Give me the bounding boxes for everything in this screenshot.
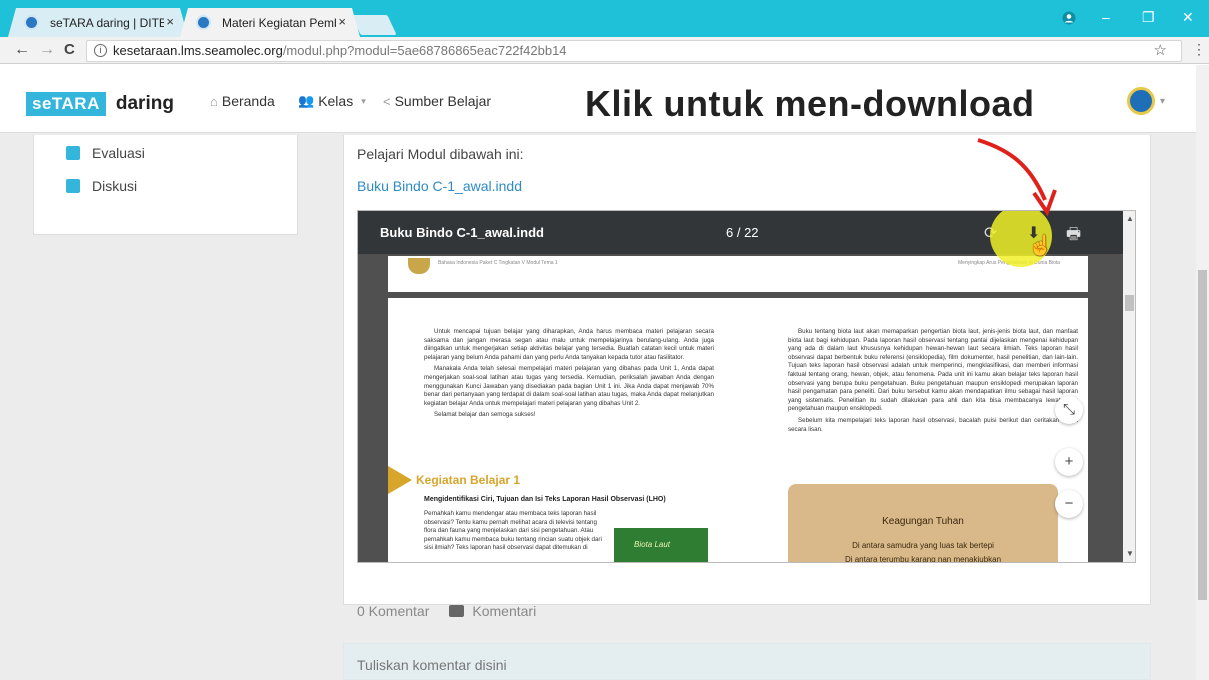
poem-scroll-image: Keagungan Tuhan Di antara samudra yang l…	[788, 484, 1058, 563]
site-navbar: seTARA daring ⌂ Beranda 👥 Kelas ▾ < Sumb…	[0, 65, 1196, 133]
site-logo[interactable]: seTARA daring	[26, 91, 174, 117]
bookmark-star-icon[interactable]: ☆	[1154, 41, 1167, 61]
paragraph: Manakala Anda telah selesai mempelajari …	[424, 365, 714, 407]
paragraph: Selamat belajar dan semoga sukses!	[434, 411, 536, 419]
browser-tab[interactable]: seTARA daring | DITBIND ×	[8, 8, 188, 37]
module-instruction: Pelajari Modul dibawah ini:	[357, 146, 524, 162]
tutorial-caption: Klik untuk men-download	[585, 83, 1035, 124]
tab-close-icon[interactable]: ×	[166, 14, 174, 29]
page-left-column: Untuk mencapai tujuan belajar yang dihar…	[424, 328, 714, 423]
comment-bar: 0 Komentar Komentari	[357, 603, 536, 619]
zoom-out-button[interactable]: −	[1055, 490, 1083, 518]
poem-line: Di antara samudra yang luas tak bertepi	[852, 541, 994, 550]
reload-icon[interactable]: C	[64, 41, 75, 58]
site-favicon-icon	[24, 15, 39, 30]
kegiatan-label: Kegiatan Belajar 1	[416, 473, 521, 487]
page-scroll-thumb[interactable]	[1198, 270, 1207, 600]
paragraph: Untuk mencapai tujuan belajar yang dihar…	[424, 328, 714, 361]
sidebar-item-label: Diskusi	[92, 178, 138, 194]
hand-cursor-icon: ☝	[1028, 235, 1053, 257]
page-indicator: 6 / 22	[726, 225, 759, 240]
viewer-title: Buku Bindo C-1_awal.indd	[380, 225, 544, 240]
nav-kelas-label: Kelas	[318, 93, 354, 109]
comment-placeholder: Tuliskan komentar disini	[357, 657, 507, 673]
logo-box: seTARA	[26, 92, 106, 116]
page-scrollbar[interactable]	[1196, 65, 1209, 680]
chevron-down-icon[interactable]: ▾	[1160, 96, 1165, 107]
url-input[interactable]: i kesetaraan.lms.seamolec.org/modul.php?…	[86, 40, 1182, 62]
sidebar: Evaluasi Diskusi	[33, 135, 298, 235]
browser-tab-active[interactable]: Materi Kegiatan Pembela ×	[180, 8, 360, 37]
page-header-left: Bahasa Indonesia Paket C Tingkatan V Mod…	[438, 260, 558, 266]
comment-count: 0 Komentar	[357, 603, 430, 619]
paragraph: Sebelum kita mempelajari teks laporan ha…	[788, 416, 1078, 433]
pdf-viewer[interactable]: Bahasa Indonesia Paket C Tingkatan V Mod…	[357, 210, 1136, 563]
tab-label: seTARA daring | DITBIND	[50, 15, 164, 30]
web-page: seTARA daring ⌂ Beranda 👥 Kelas ▾ < Sumb…	[0, 65, 1196, 680]
forward-icon[interactable]: →	[39, 41, 55, 59]
nav-beranda-label: Beranda	[221, 93, 275, 109]
nav-sumber-belajar[interactable]: < Sumber Belajar	[383, 93, 491, 109]
browser-menu-icon[interactable]: ⋮	[1192, 41, 1206, 58]
scroll-up-icon[interactable]: ▲	[1126, 214, 1134, 223]
page-tag	[408, 258, 430, 274]
back-icon[interactable]: ←	[14, 41, 30, 59]
current-page: Untuk mencapai tujuan belajar yang dihar…	[388, 298, 1088, 563]
site-favicon-icon	[196, 15, 211, 30]
viewer-toolbar: Buku Bindo C-1_awal.indd 6 / 22 ⟳ ⬇ ☝ 🖶	[358, 211, 1123, 267]
poem-title: Keagungan Tuhan	[882, 516, 964, 527]
print-icon[interactable]: 🖶	[1066, 223, 1081, 250]
book-cover-image: Biota Laut	[614, 528, 708, 562]
viewer-scrollbar[interactable]: ▲ ▼	[1123, 211, 1135, 562]
profile-icon[interactable]	[1062, 11, 1076, 25]
lho-title: Mengidentifikasi Ciri, Tujuan dan Isi Te…	[424, 496, 666, 503]
url-host: kesetaraan.lms.seamolec.org	[113, 43, 283, 58]
nav-sumber-label: Sumber Belajar	[394, 93, 492, 109]
kegiatan-heading: Kegiatan Belajar 1	[388, 466, 520, 494]
clipboard-icon	[66, 146, 80, 160]
lho-text: Pernahkah kamu mendengar atau membaca te…	[424, 510, 602, 552]
url-path: /modul.php?modul=5ae68786865eac722f42bb1…	[282, 43, 567, 58]
logo-text: daring	[115, 93, 174, 114]
share-icon: <	[383, 93, 391, 109]
info-icon[interactable]: i	[94, 44, 107, 57]
paragraph: Buku tentang biota laut akan memaparkan …	[788, 328, 1078, 413]
comment-icon	[449, 605, 465, 617]
close-window-icon[interactable]: ✕	[1182, 9, 1194, 26]
home-icon: ⌂	[210, 93, 218, 109]
fit-page-button[interactable]: ⤡	[1055, 396, 1083, 424]
chat-icon	[66, 179, 80, 193]
module-content: Pelajari Modul dibawah ini: Buku Bindo C…	[343, 135, 1151, 619]
sidebar-item-label: Evaluasi	[92, 145, 145, 161]
address-bar: ← → C i kesetaraan.lms.seamolec.org/modu…	[0, 37, 1209, 64]
scroll-down-icon[interactable]: ▼	[1126, 549, 1134, 558]
nav-beranda[interactable]: ⌂ Beranda	[210, 93, 275, 109]
chevron-down-icon: ▾	[361, 95, 366, 106]
zoom-in-button[interactable]: +	[1055, 448, 1083, 476]
nav-kelas[interactable]: 👥 Kelas ▾	[298, 93, 366, 109]
tab-close-icon[interactable]: ×	[338, 14, 346, 29]
document-link[interactable]: Buku Bindo C-1_awal.indd	[357, 178, 522, 194]
sidebar-item-diskusi[interactable]: Diskusi	[66, 178, 137, 194]
viewer-scroll-thumb[interactable]	[1125, 295, 1134, 311]
browser-tabstrip: seTARA daring | DITBIND × Materi Kegiata…	[0, 0, 1209, 37]
comment-input[interactable]: Tuliskan komentar disini	[343, 643, 1151, 680]
play-icon	[388, 466, 412, 494]
poem-line: Di antara terumbu karang nan menakjubkan	[844, 555, 1002, 563]
sidebar-item-evaluasi[interactable]: Evaluasi	[66, 145, 145, 161]
users-icon: 👥	[298, 93, 315, 108]
previous-page: Bahasa Indonesia Paket C Tingkatan V Mod…	[388, 256, 1088, 292]
page-right-column: Buku tentang biota laut akan memaparkan …	[788, 328, 1078, 437]
comment-button[interactable]: Komentari	[472, 603, 536, 619]
minimize-icon[interactable]: –	[1102, 9, 1110, 25]
restore-icon[interactable]: ❐	[1142, 9, 1155, 26]
tab-label: Materi Kegiatan Pembela	[222, 15, 336, 30]
profile-avatar[interactable]	[1127, 87, 1155, 115]
